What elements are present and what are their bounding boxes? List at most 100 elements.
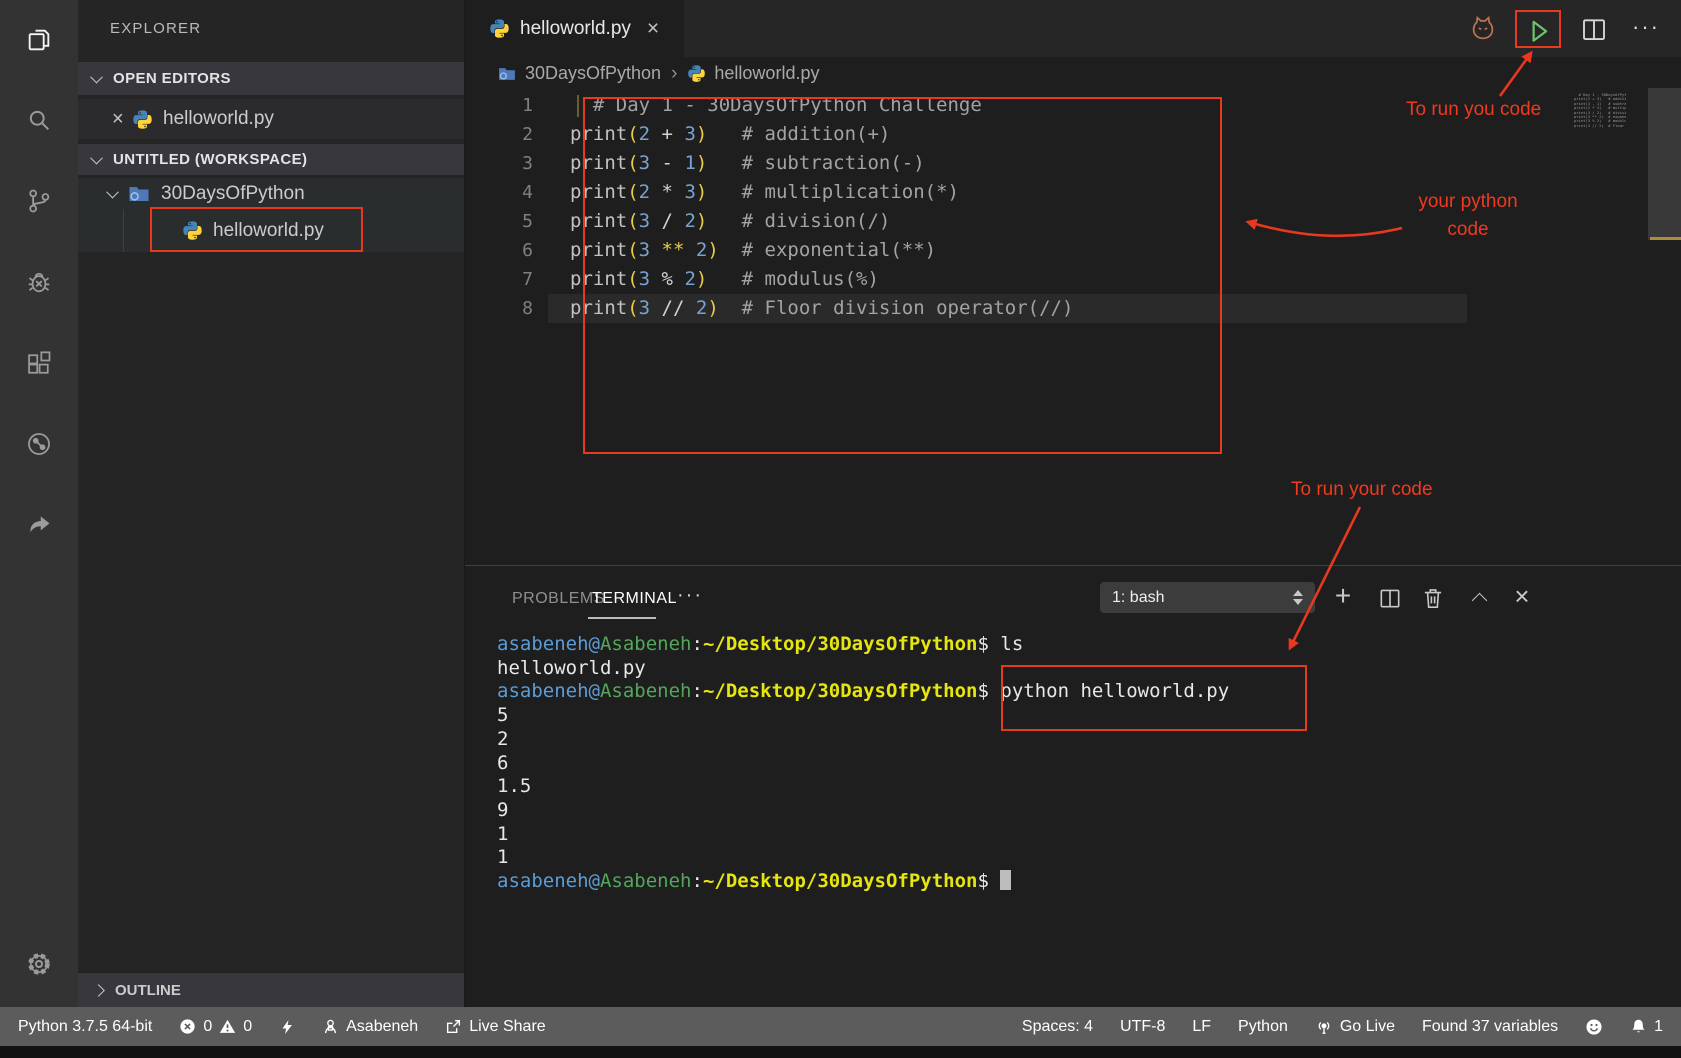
kill-terminal-icon[interactable] xyxy=(1416,581,1450,615)
broadcast-icon xyxy=(1315,1018,1333,1036)
settings-gear-icon[interactable] xyxy=(25,950,53,978)
extensions-icon[interactable] xyxy=(25,350,53,378)
outline-label: OUTLINE xyxy=(115,982,181,999)
line-number: 2 xyxy=(465,120,533,149)
terminal-line: asabeneh@Asabeneh:~/Desktop/30DaysOfPyth… xyxy=(497,870,1229,894)
status-go-live[interactable]: Go Live xyxy=(1315,1018,1395,1036)
workspace-header[interactable]: UNTITLED (WORKSPACE) xyxy=(78,144,464,175)
close-icon[interactable]: × xyxy=(112,108,132,131)
python-file-icon xyxy=(182,220,203,241)
code-line[interactable]: 2print(2 + 3) # addition(+) xyxy=(465,120,1073,149)
open-editors-header[interactable]: OPEN EDITORS xyxy=(78,62,464,95)
panel-more-icon[interactable]: ··· xyxy=(677,584,703,607)
window-bottom-strip xyxy=(0,1046,1681,1058)
tab-terminal[interactable]: TERMINAL xyxy=(592,590,677,608)
code-line[interactable]: 1 # Day 1 - 30DaysOfPython Challenge xyxy=(465,91,1073,120)
run-button[interactable] xyxy=(1523,15,1553,45)
shell-selector-value: 1: bash xyxy=(1112,589,1164,607)
annotation-code-label: your pythoncode xyxy=(1398,188,1538,244)
python-file-icon xyxy=(687,64,706,83)
python-file-icon xyxy=(132,109,153,130)
split-editor-icon[interactable] xyxy=(1579,14,1609,44)
line-number: 1 xyxy=(465,91,533,120)
maximize-panel-icon[interactable] xyxy=(1464,581,1498,615)
indent-guide xyxy=(577,95,579,117)
live-share-icon[interactable] xyxy=(25,430,53,458)
share-icon[interactable] xyxy=(25,510,53,538)
breadcrumb[interactable]: 30DaysOfPython › helloworld.py xyxy=(465,57,1681,90)
open-editor-filename: helloworld.py xyxy=(163,108,274,130)
bell-icon xyxy=(1630,1018,1647,1035)
source-control-icon[interactable] xyxy=(25,187,53,215)
tab-problems[interactable]: PROBLEMS xyxy=(512,590,605,608)
code-line[interactable]: 4print(2 * 3) # multiplication(*) xyxy=(465,178,1073,207)
code-line[interactable]: 7print(3 % 2) # modulus(%) xyxy=(465,265,1073,294)
status-problems[interactable]: 0 0 xyxy=(179,1018,252,1036)
terminal-line: 9 xyxy=(497,799,1229,823)
chevron-right-icon xyxy=(92,984,105,997)
warning-icon xyxy=(219,1018,236,1035)
close-panel-icon[interactable]: × xyxy=(1505,581,1539,615)
select-arrows-icon xyxy=(1293,590,1303,605)
error-icon xyxy=(179,1018,196,1035)
outline-header[interactable]: OUTLINE xyxy=(78,972,464,1007)
status-user[interactable]: Asabeneh xyxy=(322,1018,418,1036)
explorer-icon[interactable] xyxy=(25,26,53,54)
tab-helloworld[interactable]: helloworld.py × xyxy=(465,0,684,57)
status-python-version[interactable]: Python 3.7.5 64-bit xyxy=(18,1018,152,1036)
open-editors-label: OPEN EDITORS xyxy=(113,70,231,87)
split-terminal-icon[interactable] xyxy=(1373,581,1407,615)
minimap[interactable]: # Day 1 - 30DaysOfPython Challenge print… xyxy=(1574,93,1626,128)
search-icon[interactable] xyxy=(25,106,53,134)
code-text: print(3 / 2) # division(/) xyxy=(533,207,890,236)
terminal[interactable]: asabeneh@Asabeneh:~/Desktop/30DaysOfPyth… xyxy=(497,633,1229,894)
status-flash[interactable] xyxy=(279,1019,295,1035)
status-feedback[interactable] xyxy=(1585,1018,1603,1036)
sidebar-title: EXPLORER xyxy=(110,20,201,37)
notification-count: 1 xyxy=(1654,1018,1663,1036)
workspace-label: UNTITLED (WORKSPACE) xyxy=(113,151,307,168)
code-line[interactable]: 5print(3 / 2) # division(/) xyxy=(465,207,1073,236)
open-editor-item[interactable]: × helloworld.py xyxy=(78,99,464,139)
code-text: print(3 // 2) # Floor division operator(… xyxy=(533,294,1073,323)
terminal-line: asabeneh@Asabeneh:~/Desktop/30DaysOfPyth… xyxy=(497,680,1229,704)
terminal-cursor[interactable] xyxy=(1000,870,1011,890)
code-line[interactable]: 6print(3 ** 2) # exponential(**) xyxy=(465,236,1073,265)
breadcrumb-file[interactable]: helloworld.py xyxy=(714,63,819,84)
status-left: Python 3.7.5 64-bit 0 0 Asabeneh Live Sh… xyxy=(18,1018,546,1036)
new-terminal-icon[interactable]: + xyxy=(1326,581,1360,615)
active-tab-underline xyxy=(588,617,656,619)
status-bar: Python 3.7.5 64-bit 0 0 Asabeneh Live Sh… xyxy=(0,1007,1681,1046)
status-notifications[interactable]: 1 xyxy=(1630,1018,1663,1036)
line-number: 5 xyxy=(465,207,533,236)
debug-icon[interactable] xyxy=(25,268,53,296)
shell-selector[interactable]: 1: bash xyxy=(1100,582,1315,613)
tree-filename: helloworld.py xyxy=(213,220,324,242)
error-count: 0 xyxy=(203,1018,212,1036)
cat-extension-icon[interactable] xyxy=(1468,14,1498,44)
status-live-share[interactable]: Live Share xyxy=(445,1018,546,1036)
lightning-icon xyxy=(279,1019,295,1035)
editor-tab-bar: helloworld.py × ··· xyxy=(465,0,1681,57)
breadcrumb-folder[interactable]: 30DaysOfPython xyxy=(525,63,661,84)
file-item-helloworld[interactable]: helloworld.py xyxy=(78,209,464,252)
status-user-label: Asabeneh xyxy=(346,1018,418,1036)
code-text: print(3 % 2) # modulus(%) xyxy=(533,265,879,294)
status-encoding[interactable]: UTF-8 xyxy=(1120,1018,1165,1036)
status-eol[interactable]: LF xyxy=(1192,1018,1211,1036)
close-icon[interactable]: × xyxy=(647,17,659,41)
more-actions-icon[interactable]: ··· xyxy=(1632,14,1662,44)
code-editor[interactable]: 1 # Day 1 - 30DaysOfPython Challenge2pri… xyxy=(465,91,1073,323)
scrollbar[interactable] xyxy=(1648,88,1681,240)
code-line[interactable]: 3print(3 - 1) # subtraction(-) xyxy=(465,149,1073,178)
explorer-sidebar: EXPLORER OPEN EDITORS × helloworld.py UN… xyxy=(78,0,465,1007)
terminal-command: python helloworld.py xyxy=(1000,680,1229,702)
code-line[interactable]: 8print(3 // 2) # Floor division operator… xyxy=(465,294,1073,323)
status-variables[interactable]: Found 37 variables xyxy=(1422,1018,1558,1036)
folder-item-30daysofpython[interactable]: 30DaysOfPython xyxy=(78,178,464,209)
code-text: print(2 + 3) # addition(+) xyxy=(533,120,890,149)
terminal-line: asabeneh@Asabeneh:~/Desktop/30DaysOfPyth… xyxy=(497,633,1229,657)
activity-bar xyxy=(0,0,78,1007)
status-indentation[interactable]: Spaces: 4 xyxy=(1022,1018,1093,1036)
status-language[interactable]: Python xyxy=(1238,1018,1288,1036)
